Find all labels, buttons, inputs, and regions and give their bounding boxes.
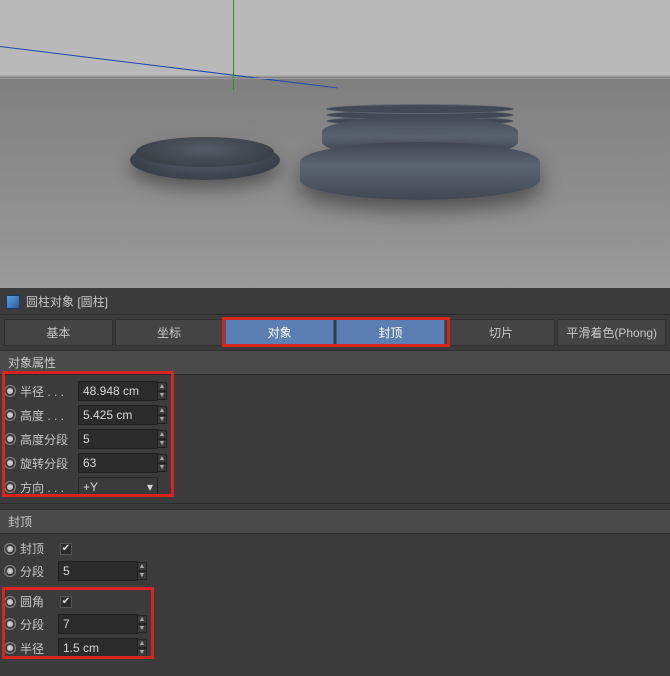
- input-caps-seg[interactable]: [58, 561, 138, 581]
- tab-phong[interactable]: 平滑着色(Phong): [557, 319, 666, 346]
- prop-row-caps-seg: 分段 ▲▼: [4, 559, 666, 583]
- checkbox-fillet[interactable]: ✔: [60, 596, 72, 608]
- spinner-radius[interactable]: ▲▼: [157, 382, 167, 400]
- input-fillet-radius[interactable]: [58, 638, 138, 658]
- combo-direction-value: +Y: [83, 480, 98, 494]
- label-direction: 方向 . . .: [20, 479, 78, 496]
- input-height-seg[interactable]: [78, 429, 158, 449]
- input-rot-seg[interactable]: [78, 453, 158, 473]
- label-fillet-seg: 分段: [20, 616, 58, 633]
- viewport-3d[interactable]: [0, 0, 670, 288]
- label-fillet: 圆角: [20, 593, 58, 610]
- jar-thread-ring: [326, 104, 514, 114]
- prop-row-direction: 方向 . . . +Y ▾: [4, 475, 666, 499]
- section-header-caps: 封顶: [0, 509, 670, 534]
- prop-row-rot-seg: 旋转分段 ▲▼: [4, 451, 666, 475]
- param-anim-toggle[interactable]: [4, 565, 16, 577]
- horizon-line: [0, 78, 670, 79]
- tab-coord[interactable]: 坐标: [115, 319, 224, 346]
- panel-title: 圆柱对象 [圆柱]: [26, 293, 108, 310]
- cube-icon: [6, 295, 20, 309]
- param-anim-toggle[interactable]: [4, 642, 16, 654]
- param-anim-toggle[interactable]: [4, 618, 16, 630]
- input-fillet-seg[interactable]: [58, 614, 138, 634]
- prop-row-fillet-seg: 分段 ▲▼: [4, 612, 666, 636]
- param-anim-toggle[interactable]: [4, 543, 16, 555]
- disc-top-face: [136, 137, 274, 167]
- label-radius: 半径 . . .: [20, 383, 78, 400]
- attribute-manager: 圆柱对象 [圆柱] 基本 坐标 对象 封顶 切片 平滑着色(Phong) 对象属…: [0, 289, 670, 676]
- tab-object[interactable]: 对象: [225, 319, 334, 346]
- prop-row-caps: 封顶 ✔: [4, 538, 666, 559]
- chevron-down-icon: ▾: [147, 480, 153, 494]
- object-props-group: 半径 . . . ▲▼ 高度 . . . ▲▼ 高度分段 ▲▼ 旋转分段 ▲▼ …: [0, 375, 670, 503]
- prop-row-fillet-radius: 半径 ▲▼: [4, 636, 666, 660]
- panel-title-row: 圆柱对象 [圆柱]: [0, 289, 670, 315]
- section-header-object-props: 对象属性: [0, 350, 670, 375]
- param-anim-toggle[interactable]: [4, 481, 16, 493]
- spinner-rot-seg[interactable]: ▲▼: [157, 454, 167, 472]
- tab-basic[interactable]: 基本: [4, 319, 113, 346]
- cylinder-object-disc[interactable]: [130, 140, 280, 180]
- param-anim-toggle[interactable]: [4, 385, 16, 397]
- combo-direction[interactable]: +Y ▾: [78, 477, 158, 497]
- jar-base: [300, 142, 540, 200]
- tab-caps[interactable]: 封顶: [336, 319, 445, 346]
- axis-z: [0, 46, 338, 88]
- caps-props-group: 封顶 ✔ 分段 ▲▼ 圆角 ✔ 分段 ▲▼ 半径 ▲▼: [0, 534, 670, 664]
- spinner-height-seg[interactable]: ▲▼: [157, 430, 167, 448]
- spacer: [4, 583, 666, 591]
- cylinder-object-jar[interactable]: [300, 80, 540, 200]
- spinner-fillet-seg[interactable]: ▲▼: [137, 615, 147, 633]
- label-fillet-radius: 半径: [20, 640, 58, 657]
- prop-row-radius: 半径 . . . ▲▼: [4, 379, 666, 403]
- label-height-seg: 高度分段: [20, 431, 78, 448]
- input-radius[interactable]: [78, 381, 158, 401]
- param-anim-toggle[interactable]: [4, 433, 16, 445]
- checkbox-caps[interactable]: ✔: [60, 543, 72, 555]
- param-anim-toggle[interactable]: [4, 457, 16, 469]
- label-caps-seg: 分段: [20, 563, 58, 580]
- axis-y: [233, 0, 234, 90]
- spinner-fillet-radius[interactable]: ▲▼: [137, 639, 147, 657]
- label-height: 高度 . . .: [20, 407, 78, 424]
- prop-row-height: 高度 . . . ▲▼: [4, 403, 666, 427]
- tab-bar: 基本 坐标 对象 封顶 切片 平滑着色(Phong): [0, 315, 670, 350]
- prop-row-height-seg: 高度分段 ▲▼: [4, 427, 666, 451]
- prop-row-fillet: 圆角 ✔: [4, 591, 666, 612]
- label-rot-seg: 旋转分段: [20, 455, 78, 472]
- param-anim-toggle[interactable]: [4, 596, 16, 608]
- input-height[interactable]: [78, 405, 158, 425]
- label-caps: 封顶: [20, 540, 58, 557]
- spinner-height[interactable]: ▲▼: [157, 406, 167, 424]
- tab-slice[interactable]: 切片: [447, 319, 556, 346]
- spinner-caps-seg[interactable]: ▲▼: [137, 562, 147, 580]
- param-anim-toggle[interactable]: [4, 409, 16, 421]
